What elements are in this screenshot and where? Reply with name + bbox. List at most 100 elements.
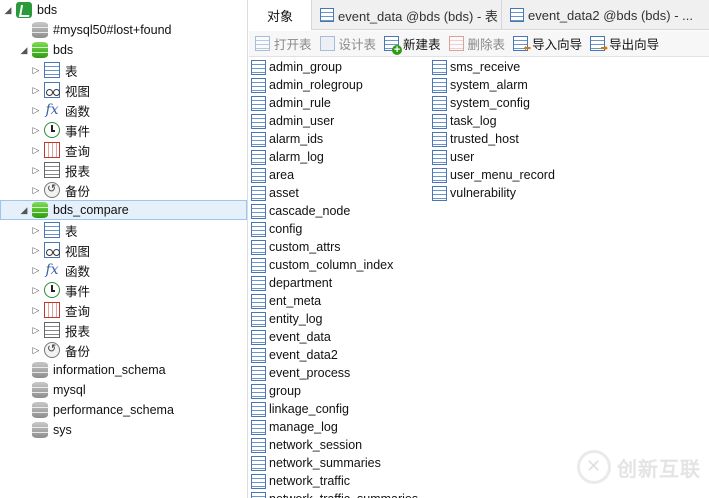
- tree-bds-compare-views[interactable]: ▷ 视图: [0, 240, 247, 260]
- tree-connection-bds[interactable]: ◢ bds: [0, 0, 247, 20]
- import-wizard-button[interactable]: 导入向导: [513, 34, 582, 54]
- collapsed-arrow-icon[interactable]: ▷: [30, 164, 42, 176]
- tree-bds-events[interactable]: ▷ 事件: [0, 120, 247, 140]
- tree-db-performance-schema[interactable]: performance_schema: [0, 400, 247, 420]
- tree-bds-reports[interactable]: ▷ 报表: [0, 160, 247, 180]
- table-item[interactable]: system_config: [432, 94, 555, 112]
- table-item[interactable]: user: [432, 148, 555, 166]
- collapsed-arrow-icon[interactable]: ▷: [30, 184, 42, 196]
- table-item[interactable]: asset: [251, 184, 418, 202]
- tree-bds-compare-reports[interactable]: ▷ 报表: [0, 320, 247, 340]
- table-name: config: [269, 222, 303, 236]
- tree-label: information_schema: [53, 363, 166, 377]
- table-name: custom_attrs: [269, 240, 341, 254]
- tree-label: 事件: [65, 124, 91, 139]
- export-wizard-button[interactable]: 导出向导: [590, 34, 659, 54]
- tree-db-information-schema[interactable]: information_schema: [0, 360, 247, 380]
- collapsed-arrow-icon[interactable]: ▷: [30, 264, 42, 276]
- table-item[interactable]: entity_log: [251, 310, 418, 328]
- tree-bds-views[interactable]: ▷ 视图: [0, 80, 247, 100]
- table-name: network_session: [269, 438, 363, 452]
- collapsed-arrow-icon[interactable]: ▷: [30, 244, 42, 256]
- table-item[interactable]: linkage_config: [251, 400, 418, 418]
- expanded-arrow-icon[interactable]: ◢: [2, 4, 14, 16]
- tree-label: 表: [65, 224, 78, 239]
- table-item[interactable]: admin_rule: [251, 94, 418, 112]
- tree-bds-compare-queries[interactable]: ▷ 查询: [0, 300, 247, 320]
- design-table-button[interactable]: 设计表: [319, 34, 376, 53]
- table-item[interactable]: network_traffic_summaries: [251, 490, 418, 498]
- table-item[interactable]: alarm_log: [251, 148, 418, 166]
- table-icon: [251, 473, 266, 489]
- table-icon: [251, 437, 266, 453]
- table-item[interactable]: alarm_ids: [251, 130, 418, 148]
- collapsed-arrow-icon[interactable]: ▷: [30, 64, 42, 76]
- table-item[interactable]: group: [251, 382, 418, 400]
- collapsed-arrow-icon[interactable]: ▷: [30, 104, 42, 116]
- table-item[interactable]: admin_rolegroup: [251, 76, 418, 94]
- table-icon: [251, 365, 266, 381]
- collapsed-arrow-icon[interactable]: ▷: [30, 124, 42, 136]
- table-item[interactable]: task_log: [432, 112, 555, 130]
- tree-db-mysql[interactable]: mysql: [0, 380, 247, 400]
- table-item[interactable]: area: [251, 166, 418, 184]
- table-item[interactable]: system_alarm: [432, 76, 555, 94]
- table-item[interactable]: custom_attrs: [251, 238, 418, 256]
- table-item[interactable]: manage_log: [251, 418, 418, 436]
- table-item[interactable]: network_traffic: [251, 472, 418, 490]
- collapsed-arrow-icon[interactable]: ▷: [30, 84, 42, 96]
- new-table-button[interactable]: 新建表: [384, 34, 441, 55]
- database-icon: [32, 22, 48, 38]
- table-item[interactable]: network_session: [251, 436, 418, 454]
- expanded-arrow-icon[interactable]: ◢: [18, 204, 30, 216]
- table-item[interactable]: event_data2: [251, 346, 418, 364]
- collapsed-arrow-icon[interactable]: ▷: [30, 144, 42, 156]
- table-item[interactable]: config: [251, 220, 418, 238]
- table-item[interactable]: vulnerability: [432, 184, 555, 202]
- table-item[interactable]: admin_group: [251, 58, 418, 76]
- tree-bds-compare-backups[interactable]: ▷ 备份: [0, 340, 247, 360]
- tree-bds-functions[interactable]: ▷ fx 函数: [0, 100, 247, 120]
- tab-objects[interactable]: 对象: [249, 0, 313, 30]
- table-icon: [251, 275, 266, 291]
- tree-db-bds[interactable]: ◢ bds: [0, 40, 247, 60]
- view-icon: [44, 82, 60, 98]
- database-icon: [32, 42, 48, 58]
- collapsed-arrow-icon[interactable]: ▷: [30, 304, 42, 316]
- table-name: ent_meta: [269, 294, 322, 308]
- tab-event-data[interactable]: event_data @bds (bds) - 表: [312, 0, 503, 30]
- table-icon: [432, 131, 447, 147]
- tree-bds-compare-tables[interactable]: ▷ 表: [0, 220, 247, 240]
- tree-bds-compare-functions[interactable]: ▷ fx 函数: [0, 260, 247, 280]
- tree-db-lost-found[interactable]: #mysql50#lost+found: [0, 20, 247, 40]
- tree-db-bds-compare[interactable]: ◢ bds_compare: [0, 200, 247, 220]
- collapsed-arrow-icon[interactable]: ▷: [30, 344, 42, 356]
- import-icon: [513, 36, 531, 54]
- open-table-button[interactable]: 打开表: [255, 34, 312, 53]
- tree-bds-backups[interactable]: ▷ 备份: [0, 180, 247, 200]
- collapsed-arrow-icon[interactable]: ▷: [30, 324, 42, 336]
- table-item[interactable]: event_data: [251, 328, 418, 346]
- tree-bds-compare-events[interactable]: ▷ 事件: [0, 280, 247, 300]
- tab-event-data2[interactable]: event_data2 @bds (bds) - ...: [502, 0, 697, 30]
- table-item[interactable]: trusted_host: [432, 130, 555, 148]
- table-name: manage_log: [269, 420, 338, 434]
- table-item[interactable]: event_process: [251, 364, 418, 382]
- table-name: network_summaries: [269, 456, 381, 470]
- table-item[interactable]: ent_meta: [251, 292, 418, 310]
- table-item[interactable]: cascade_node: [251, 202, 418, 220]
- collapsed-arrow-icon[interactable]: ▷: [30, 224, 42, 236]
- table-item[interactable]: department: [251, 274, 418, 292]
- table-item[interactable]: user_menu_record: [432, 166, 555, 184]
- table-icon: [251, 347, 266, 363]
- tree-bds-queries[interactable]: ▷ 查询: [0, 140, 247, 160]
- table-item[interactable]: network_summaries: [251, 454, 418, 472]
- tree-bds-tables[interactable]: ▷ 表: [0, 60, 247, 80]
- delete-table-button[interactable]: 删除表: [448, 34, 505, 53]
- collapsed-arrow-icon[interactable]: ▷: [30, 284, 42, 296]
- tree-db-sys[interactable]: sys: [0, 420, 247, 440]
- table-item[interactable]: custom_column_index: [251, 256, 418, 274]
- table-item[interactable]: sms_receive: [432, 58, 555, 76]
- expanded-arrow-icon[interactable]: ◢: [18, 44, 30, 56]
- table-item[interactable]: admin_user: [251, 112, 418, 130]
